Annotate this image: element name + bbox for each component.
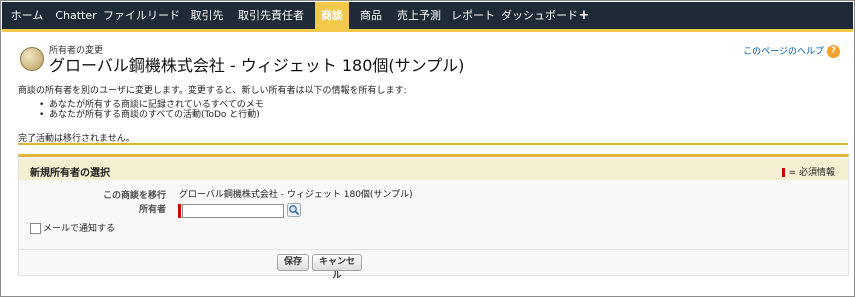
- change-owner-panel: 新規所有者の選択 = 必須情報 この商談を移行 グローバル鋼機株式会社 - ウィ…: [18, 154, 849, 281]
- tab-opportunities[interactable]: 商談: [315, 2, 349, 29]
- description-intro: 商談の所有者を別のユーザに変更します。変更すると、新しい所有者は以下の情報を所有…: [18, 86, 407, 96]
- transfer-label: この商談を移行: [102, 191, 166, 201]
- tab-files[interactable]: ファイル: [103, 2, 147, 29]
- transfer-value: グローバル鋼機株式会社 - ウィジェット 180個(サンプル): [179, 190, 413, 200]
- tab-products[interactable]: 商品: [354, 2, 388, 29]
- help-link[interactable]: このページのヘルプ?: [743, 44, 840, 58]
- tab-contacts[interactable]: 取引先責任者: [234, 2, 308, 29]
- owner-label: 所有者: [138, 205, 166, 215]
- tab-dashboards[interactable]: ダッシュボード: [501, 2, 578, 29]
- tab-reports[interactable]: レポート: [451, 2, 495, 29]
- section-title: 新規所有者の選択: [30, 168, 110, 179]
- button-separator: [19, 249, 848, 250]
- help-icon[interactable]: ?: [827, 45, 840, 58]
- lookup-search-icon[interactable]: [287, 203, 301, 217]
- owner-input[interactable]: [182, 204, 284, 218]
- page-title: グローバル鋼機株式会社 - ウィジェット 180個(サンプル): [49, 56, 465, 75]
- tab-accounts[interactable]: 取引先: [187, 2, 227, 29]
- required-legend-text: = 必須情報: [788, 168, 835, 178]
- description-bullet: あなたが所有する商談のすべての活動(ToDo と行動): [39, 110, 264, 120]
- tab-home[interactable]: ホーム: [6, 2, 48, 29]
- tab-chatter[interactable]: Chatter: [52, 2, 100, 29]
- notify-label: メールで通知する: [43, 224, 116, 234]
- divider: [18, 143, 848, 145]
- plus-icon[interactable]: +: [576, 2, 592, 29]
- tab-accent-line: [2, 29, 853, 32]
- window-frame: ホーム Chatter ファイル リード 取引先 取引先責任者 商談 商品 売上…: [0, 0, 855, 297]
- required-legend: = 必須情報: [781, 165, 835, 178]
- description-bullet: あなたが所有する商談に記録されているすべてのメモ: [39, 100, 264, 110]
- cancel-button[interactable]: キャンセル: [312, 254, 362, 281]
- tab-forecasts[interactable]: 売上予測: [393, 2, 445, 29]
- opportunity-icon: [20, 47, 44, 71]
- notify-checkbox[interactable]: [30, 223, 41, 234]
- tab-bar: ホーム Chatter ファイル リード 取引先 取引先責任者 商談 商品 売上…: [2, 2, 853, 29]
- section-header: 新規所有者の選択 = 必須情報: [19, 159, 848, 180]
- required-marker: [178, 204, 181, 218]
- help-link-label[interactable]: このページのヘルプ: [743, 47, 824, 57]
- save-button[interactable]: 保存: [277, 254, 309, 271]
- description-list: あなたが所有する商談に記録されているすべてのメモ あなたが所有する商談のすべての…: [39, 100, 264, 120]
- required-marker: [781, 168, 785, 177]
- tab-leads[interactable]: リード: [147, 2, 180, 29]
